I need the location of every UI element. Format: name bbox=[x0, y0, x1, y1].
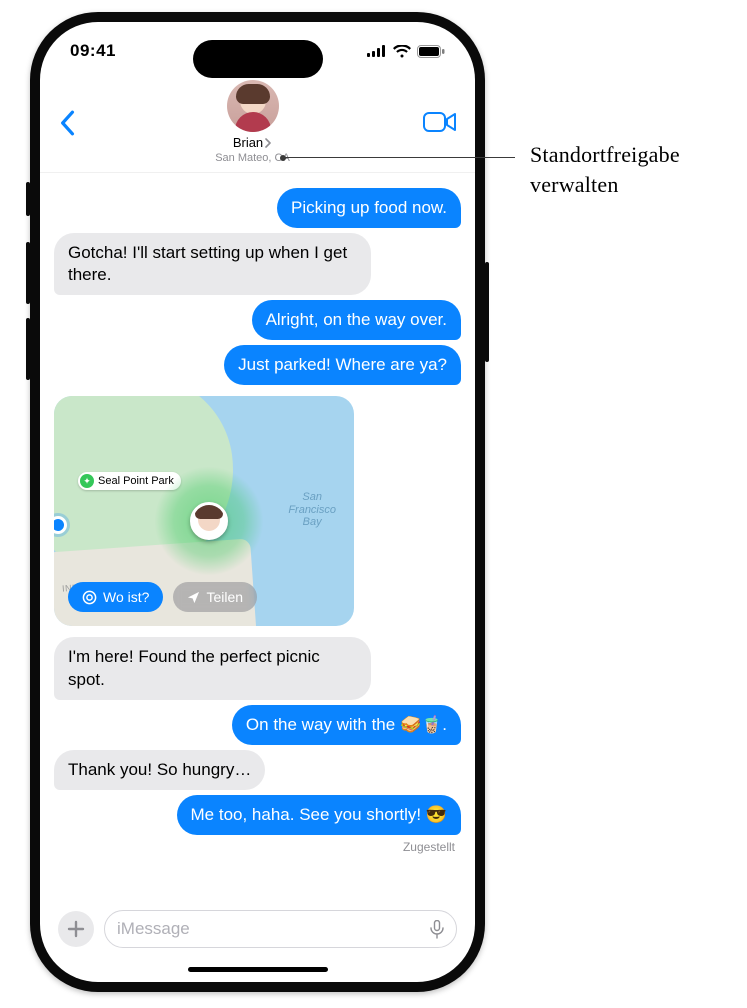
message-text: Alright, on the way over. bbox=[252, 300, 461, 340]
delivery-receipt: Zugestellt bbox=[54, 840, 455, 854]
poi-label: Seal Point Park bbox=[98, 475, 174, 487]
findmy-icon bbox=[82, 590, 97, 605]
park-icon: ✦ bbox=[80, 474, 94, 488]
input-bar: iMessage bbox=[40, 910, 475, 948]
nav-header: Brian San Mateo, CA bbox=[40, 80, 475, 173]
cellular-icon bbox=[367, 45, 387, 57]
message-sent[interactable]: Picking up food now. bbox=[54, 188, 461, 228]
mute-switch bbox=[26, 182, 30, 216]
avatar bbox=[227, 80, 279, 132]
location-card[interactable]: San Francisco Bay INTON DR ✦ Seal Point … bbox=[54, 396, 354, 626]
message-input[interactable]: iMessage bbox=[104, 910, 457, 948]
facetime-button[interactable] bbox=[423, 110, 457, 134]
callout-label: Standortfreigabe verwalten bbox=[530, 140, 747, 199]
plus-icon bbox=[67, 920, 85, 938]
message-received[interactable]: Thank you! So hungry… bbox=[54, 750, 461, 790]
message-text: Thank you! So hungry… bbox=[54, 750, 265, 790]
side-button bbox=[485, 262, 489, 362]
contact-header[interactable]: Brian San Mateo, CA bbox=[82, 80, 423, 164]
contact-name: Brian bbox=[233, 135, 263, 150]
share-label: Teilen bbox=[206, 589, 243, 605]
share-button[interactable]: Teilen bbox=[173, 582, 257, 612]
message-received[interactable]: Gotcha! I'll start setting up when I get… bbox=[54, 233, 461, 295]
message-text: On the way with the 🥪🧋. bbox=[232, 705, 461, 745]
message-text: Gotcha! I'll start setting up when I get… bbox=[54, 233, 371, 295]
conversation: Picking up food now. Gotcha! I'll start … bbox=[40, 173, 475, 889]
home-indicator[interactable] bbox=[188, 967, 328, 972]
back-button[interactable] bbox=[58, 110, 82, 134]
message-sent[interactable]: Me too, haha. See you shortly! 😎 bbox=[54, 795, 461, 835]
message-text: Me too, haha. See you shortly! 😎 bbox=[177, 795, 461, 835]
wifi-icon bbox=[393, 45, 411, 58]
message-text: Just parked! Where are ya? bbox=[224, 345, 461, 385]
message-sent[interactable]: On the way with the 🥪🧋. bbox=[54, 705, 461, 745]
callout-leader bbox=[283, 157, 515, 158]
placeholder: iMessage bbox=[117, 919, 190, 939]
status-time: 09:41 bbox=[70, 41, 116, 61]
message-sent[interactable]: Just parked! Where are ya? bbox=[54, 345, 461, 385]
find-my-label: Wo ist? bbox=[103, 589, 149, 605]
message-text: Picking up food now. bbox=[277, 188, 461, 228]
message-received[interactable]: I'm here! Found the perfect picnic spot. bbox=[54, 637, 461, 699]
location-card-row: San Francisco Bay INTON DR ✦ Seal Point … bbox=[54, 390, 461, 632]
screen: 09:41 bbox=[40, 22, 475, 982]
message-text: I'm here! Found the perfect picnic spot. bbox=[54, 637, 371, 699]
map-water-label: San Francisco Bay bbox=[288, 491, 336, 527]
volume-down bbox=[26, 318, 30, 380]
battery-icon bbox=[417, 45, 445, 58]
mic-icon bbox=[430, 920, 444, 939]
find-my-button[interactable]: Wo ist? bbox=[68, 582, 163, 612]
dictation-button[interactable] bbox=[430, 920, 444, 939]
phone-frame: 09:41 bbox=[30, 12, 485, 992]
chevron-right-icon bbox=[265, 138, 272, 148]
message-sent[interactable]: Alright, on the way over. bbox=[54, 300, 461, 340]
contact-subtitle: San Mateo, CA bbox=[82, 152, 423, 164]
apps-button[interactable] bbox=[58, 911, 94, 947]
dynamic-island bbox=[193, 40, 323, 78]
volume-up bbox=[26, 242, 30, 304]
location-arrow-icon bbox=[187, 591, 200, 604]
